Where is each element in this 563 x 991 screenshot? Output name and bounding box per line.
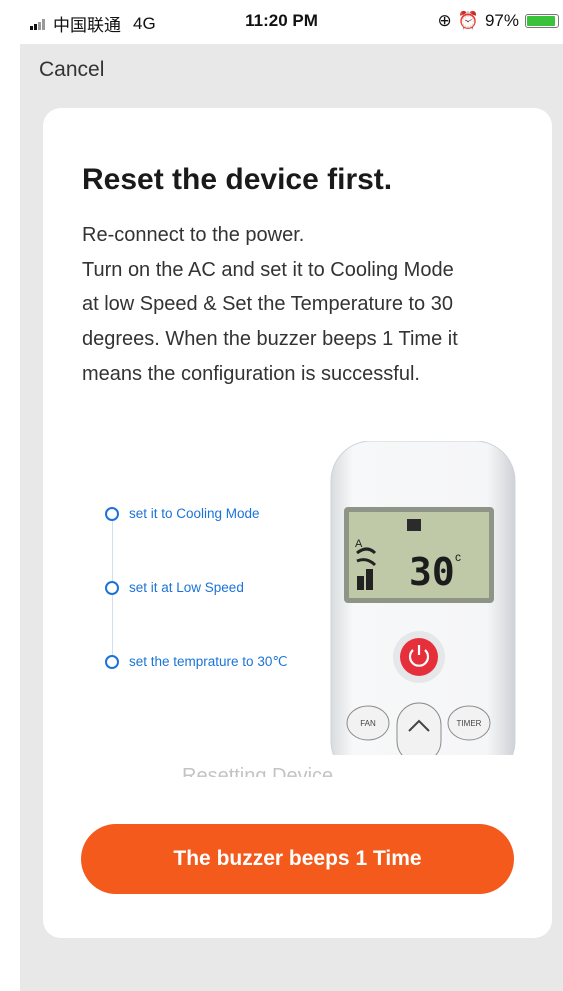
temperature-unit: c [455, 550, 461, 564]
status-right: ⊕ ⏰ 97% [438, 11, 559, 31]
step-circle-icon [105, 580, 119, 595]
battery-percent: 97% [484, 11, 519, 30]
timer-button-label: TIMER [457, 719, 482, 728]
fan-button-label: FAN [360, 719, 376, 728]
step-label: set the temprature to 30℃ [129, 654, 288, 669]
step-label: set it at Low Speed [129, 580, 244, 595]
instruction-line: degrees. When the buzzer beeps 1 Time it [82, 328, 458, 351]
step-item: set it at Low Speed [105, 580, 244, 595]
battery-icon [525, 14, 559, 28]
faded-caption: Resetting Device [182, 765, 334, 777]
instruction-line: Turn on the AC and set it to Cooling Mod… [82, 258, 454, 281]
step-circle-icon [105, 655, 119, 669]
step-item: set it to Cooling Mode [105, 506, 260, 521]
instruction-line: at low Speed & Set the Temperature to 30 [82, 293, 453, 316]
status-bar: 中国联通 4G 11:20 PM ⊕ ⏰ 97% [0, 0, 563, 44]
step-item: set the temprature to 30℃ [105, 654, 288, 670]
temperature-display: 30 [409, 550, 455, 594]
ac-remote-illustration: A 30 c FAN TIMER [329, 441, 519, 755]
mode-indicator: A [355, 538, 363, 550]
instruction-line: means the configuration is successful. [82, 362, 420, 385]
page-title: Reset the device first. [82, 163, 393, 196]
cancel-button[interactable]: Cancel [39, 58, 104, 82]
rotation-lock-icon: ⊕ [437, 11, 452, 30]
buzzer-beeps-button[interactable]: The buzzer beeps 1 Time [81, 824, 514, 894]
instruction-line: Re-connect to the power. [82, 224, 305, 246]
instructions-text: Re-connect to the power. Turn on the AC … [82, 218, 522, 392]
step-circle-icon [105, 506, 119, 521]
remote-control-icon: A 30 c FAN TIMER [330, 441, 516, 755]
alarm-icon: ⏰ [457, 11, 479, 30]
step-label: set it to Cooling Mode [129, 506, 260, 521]
